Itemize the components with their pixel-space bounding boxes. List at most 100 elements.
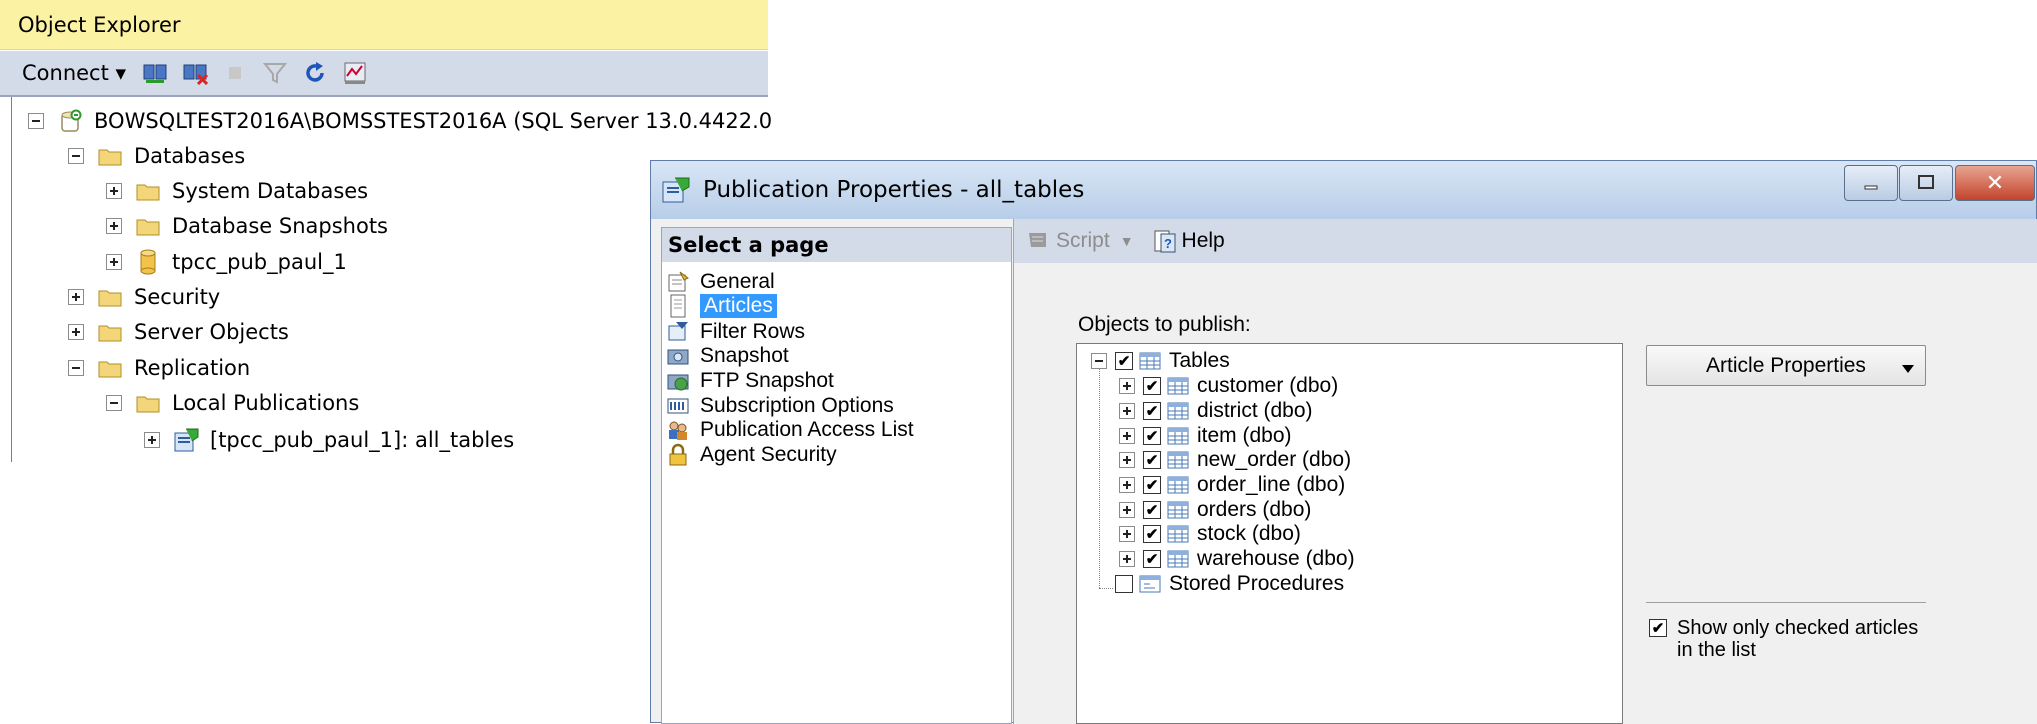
page-articles[interactable]: Articles [666,292,777,320]
articles-icon [666,294,690,318]
tree-node-local-publications[interactable]: Local Publications [106,386,359,420]
expand-icon[interactable] [1119,403,1135,419]
tree-node-security[interactable]: Security [68,280,220,314]
collapse-icon[interactable] [28,113,44,129]
tree-node-label: Security [134,285,221,309]
connect-icon[interactable] [140,58,170,88]
page-label: FTP Snapshot [700,369,834,392]
stored-procedures-checkbox[interactable] [1115,575,1133,593]
disconnect-icon[interactable] [180,58,210,88]
tree-node-server-objects[interactable]: Server Objects [68,315,289,349]
object-explorer-title: Object Explorer [0,0,768,50]
show-only-checked-checkbox[interactable]: ✔ [1649,619,1667,637]
article-checkbox[interactable]: ✔ [1143,402,1161,420]
expand-icon[interactable] [1119,452,1135,468]
tree-node-publication-all-tables[interactable]: [tpcc_pub_paul_1]: all_tables [144,423,514,457]
tree-node-label: stock (dbo) [1197,522,1301,545]
page-agent-security[interactable]: Agent Security [666,441,837,469]
collapse-icon[interactable] [106,395,122,411]
expand-icon[interactable] [106,254,122,270]
filter-icon[interactable] [260,58,290,88]
divider [1646,602,1926,603]
tree-node-tpcc-pub-paul-1[interactable]: tpcc_pub_paul_1 [106,245,347,279]
help-button[interactable]: ? Help [1152,228,1225,254]
tree-node-label: System Databases [172,179,369,203]
page-ftp-snapshot[interactable]: FTP Snapshot [666,367,834,395]
refresh-icon[interactable] [300,58,330,88]
maximize-button[interactable] [1899,165,1953,201]
expand-icon[interactable] [1119,428,1135,444]
database-icon [134,249,162,275]
dialog-toolbar: Script ▼ ? Help [1014,219,2037,263]
objects-tree[interactable]: ✔ Tables ✔ customer (dbo) ✔ district (db… [1076,343,1623,724]
objects-to-publish-label: Objects to publish: [1078,313,1251,336]
collapse-icon[interactable] [68,360,84,376]
ftp-icon [666,369,690,393]
tree-node-server[interactable]: BOWSQLTEST2016A\BOMSSTEST2016A (SQL Serv… [28,104,772,138]
expand-icon[interactable] [106,183,122,199]
chevron-down-icon: ▼ [1119,233,1134,249]
tree-node-label: tpcc_pub_paul_1 [172,250,347,274]
folder-icon [134,214,162,238]
tree-node-replication[interactable]: Replication [68,351,250,385]
tree-connector [1099,588,1113,589]
tables-checkbox[interactable]: ✔ [1115,352,1133,370]
tree-node-database-snapshots[interactable]: Database Snapshots [106,209,388,243]
maximize-icon [1918,175,1934,189]
show-only-checked-option[interactable]: ✔ Show only checked articles in the list [1649,617,1929,661]
toolbar-divider [0,95,768,97]
expand-icon[interactable] [1119,526,1135,542]
tree-node-label: Tables [1169,349,1230,372]
tree-node-system-databases[interactable]: System Databases [106,174,368,208]
close-button[interactable]: ✕ [1955,165,2035,201]
tree-node-label: Stored Procedures [1169,572,1345,595]
script-button[interactable]: Script ▼ [1026,229,1134,253]
table-icon [1167,377,1189,395]
chevron-down-icon [1901,358,1915,382]
expand-icon[interactable] [68,324,84,340]
tree-node-databases[interactable]: Databases [68,139,245,173]
close-icon: ✕ [1985,170,2005,196]
article-checkbox[interactable]: ✔ [1143,451,1161,469]
table-icon [1167,402,1189,420]
article-properties-button[interactable]: Article Properties [1646,345,1926,386]
table-icon [1167,550,1189,568]
article-checkbox[interactable]: ✔ [1143,501,1161,519]
expand-icon[interactable] [1119,477,1135,493]
article-checkbox[interactable]: ✔ [1143,550,1161,568]
table-icon [1139,352,1161,370]
article-checkbox[interactable]: ✔ [1143,427,1161,445]
expand-icon[interactable] [1119,378,1135,394]
expand-icon[interactable] [68,289,84,305]
page-snapshot[interactable]: Snapshot [666,342,789,370]
expand-icon[interactable] [1119,551,1135,567]
collapse-icon[interactable] [68,148,84,164]
collapse-icon[interactable] [1091,353,1107,369]
page-label: Subscription Options [700,394,894,417]
expand-icon[interactable] [1119,502,1135,518]
connect-button[interactable]: Connect ▾ [22,61,126,85]
tree-node-label: Local Publications [172,391,360,415]
server-icon [56,109,84,133]
activity-monitor-icon[interactable] [340,58,370,88]
table-icon [1167,525,1189,543]
tree-node-label: Server Objects [134,320,289,344]
article-checkbox[interactable]: ✔ [1143,377,1161,395]
tree-node-label: new_order (dbo) [1197,448,1352,471]
tree-node-label: district (dbo) [1197,399,1313,422]
stop-icon[interactable] [220,58,250,88]
articles-page: Script ▼ ? Help Objects to publish: ✔ Ta… [1013,219,2037,724]
expand-icon[interactable] [144,432,160,448]
minimize-button[interactable] [1844,165,1898,201]
dialog-title-bar[interactable]: Publication Properties - all_tables ✕ [651,161,2036,219]
expand-icon[interactable] [106,218,122,234]
article-checkbox[interactable]: ✔ [1143,525,1161,543]
article-checkbox[interactable]: ✔ [1143,476,1161,494]
page-publication-access-list[interactable]: Publication Access List [666,416,914,444]
script-icon [1026,229,1052,253]
snapshot-icon [666,344,690,368]
page-label: Articles [700,294,777,318]
article-properties-label: Article Properties [1706,353,1866,377]
tree-node-stored-procedures[interactable]: Stored Procedures [1115,569,1344,599]
tree-node-label: order_line (dbo) [1197,473,1346,496]
